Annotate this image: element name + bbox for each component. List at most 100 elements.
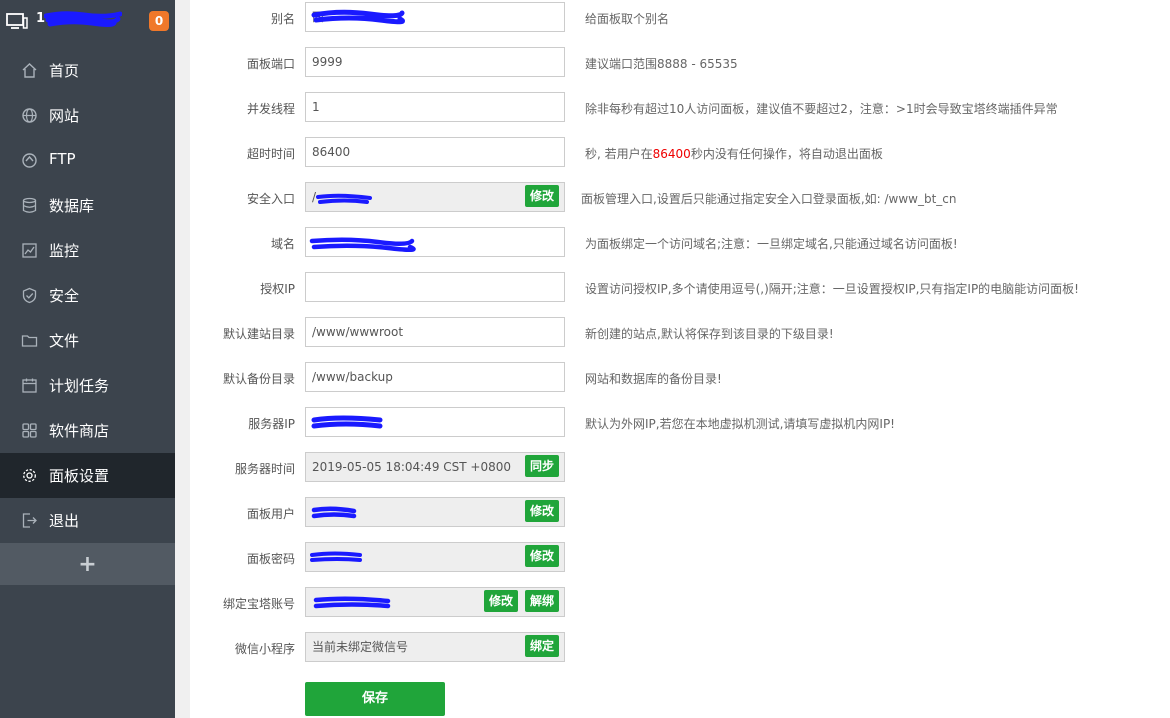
sidebar-item-label: 软件商店 xyxy=(49,422,110,440)
sidebar-menu: 首页 网站 FTP 数据库 监控 安全 文件 计划任务 软件商店 面板设置 退出 xyxy=(0,48,175,543)
row-server-ip: 服务器IP 默认为外网IP,若您在本地虚拟机测试,请填写虚拟机内网IP! xyxy=(190,405,1170,450)
logout-icon xyxy=(22,513,37,528)
backup-dir-input[interactable]: /www/backup xyxy=(305,362,565,392)
sidebar-item-home[interactable]: 首页 xyxy=(0,48,175,93)
sidebar-item-label: 计划任务 xyxy=(49,377,110,395)
port-hint: 建议端口范围8888 - 65535 xyxy=(585,57,738,71)
row-security-entry: 安全入口 / 修改 面板管理入口,设置后只能通过指定安全入口登录面板,如: /w… xyxy=(190,180,1170,225)
sidebar-item-database[interactable]: 数据库 xyxy=(0,183,175,228)
redaction-mark xyxy=(311,415,383,429)
modify-password-button[interactable]: 修改 xyxy=(525,545,560,567)
gear-icon xyxy=(23,469,36,482)
redaction-mark xyxy=(311,506,357,519)
sidebar-item-files[interactable]: 文件 xyxy=(0,318,175,363)
row-panel-user: 面板用户 修改 xyxy=(190,495,1170,540)
ftp-icon xyxy=(22,153,37,168)
server-ip-hint: 默认为外网IP,若您在本地虚拟机测试,请填写虚拟机内网IP! xyxy=(585,417,895,431)
sidebar-item-label: 文件 xyxy=(49,332,80,350)
sidebar-item-store[interactable]: 软件商店 xyxy=(0,408,175,453)
redaction-mark xyxy=(313,596,391,609)
save-button[interactable]: 保存 xyxy=(305,682,445,716)
sidebar-item-cron[interactable]: 计划任务 xyxy=(0,363,175,408)
entry-hint: 面板管理入口,设置后只能通过指定安全入口登录面板,如: /www_bt_cn xyxy=(581,192,957,206)
sidebar-item-label: 网站 xyxy=(49,107,80,125)
timeout-hint: 秒, 若用户在86400秒内没有任何操作，将自动退出面板 xyxy=(585,147,883,161)
row-server-time: 服务器时间 2019-05-05 18:04:49 CST +0800 同步 xyxy=(190,450,1170,495)
alias-hint: 给面板取个别名 xyxy=(585,12,670,26)
port-input[interactable]: 9999 xyxy=(305,47,565,77)
notification-badge[interactable]: 0 xyxy=(149,11,169,31)
timeout-label: 超时时间 xyxy=(246,147,295,161)
sidebar-item-ftp[interactable]: FTP xyxy=(0,138,175,183)
redaction-mark xyxy=(311,9,405,25)
threads-hint: 除非每秒有超过10人访问面板，建议值不要超过2，注意：>1时会导致宝塔终端插件异… xyxy=(585,102,1058,116)
shield-icon xyxy=(22,287,37,304)
database-icon xyxy=(22,197,37,213)
row-bt-account: 绑定宝塔账号 修改 解绑 xyxy=(190,585,1170,630)
auth-ip-input[interactable] xyxy=(305,272,565,302)
sidebar: 1 0 首页 网站 FTP 数据库 监控 安全 文件 计划任务 软件商店 面板设… xyxy=(0,0,175,718)
redaction-mark xyxy=(309,237,416,252)
sidebar-item-label: 面板设置 xyxy=(49,467,110,485)
domain-label: 域名 xyxy=(270,237,295,251)
port-label: 面板端口 xyxy=(246,57,295,71)
site-dir-input[interactable]: /www/wwwroot xyxy=(305,317,565,347)
redaction-mark xyxy=(310,551,362,562)
server-time-label: 服务器时间 xyxy=(234,462,295,476)
threads-label: 并发线程 xyxy=(246,102,295,116)
globe-icon xyxy=(22,108,37,123)
sidebar-item-label: 退出 xyxy=(49,512,80,530)
threads-input[interactable]: 1 xyxy=(305,92,565,122)
home-icon xyxy=(22,63,37,78)
calendar-icon xyxy=(22,378,37,393)
backup-dir-label: 默认备份目录 xyxy=(222,372,295,386)
row-timeout: 超时时间 86400 秒, 若用户在86400秒内没有任何操作，将自动退出面板 xyxy=(190,135,1170,180)
alias-label: 别名 xyxy=(270,12,295,26)
redaction-mark xyxy=(44,11,122,27)
bind-wechat-button[interactable]: 绑定 xyxy=(525,635,560,657)
sidebar-item-label: 数据库 xyxy=(49,197,95,215)
domain-hint: 为面板绑定一个访问域名;注意：一旦绑定域名,只能通过域名访问面板! xyxy=(585,237,958,251)
bt-account-label: 绑定宝塔账号 xyxy=(222,597,295,611)
auth-ip-hint: 设置访问授权IP,多个请使用逗号(,)隔开;注意：一旦设置授权IP,只有指定IP… xyxy=(585,282,1079,296)
site-dir-hint: 新创建的站点,默认将保存到该目录的下级目录! xyxy=(585,327,834,341)
sidebar-item-website[interactable]: 网站 xyxy=(0,93,175,138)
monitor-chart-icon xyxy=(22,243,37,258)
row-port: 面板端口 9999 建议端口范围8888 - 65535 xyxy=(190,45,1170,90)
sidebar-item-label: 安全 xyxy=(49,287,80,305)
auth-ip-label: 授权IP xyxy=(260,282,295,296)
sync-time-button[interactable]: 同步 xyxy=(525,455,560,477)
row-site-dir: 默认建站目录 /www/wwwroot 新创建的站点,默认将保存到该目录的下级目… xyxy=(190,315,1170,360)
panel-pass-label: 面板密码 xyxy=(246,552,295,566)
row-domain: 域名 为面板绑定一个访问域名;注意：一旦绑定域名,只能通过域名访问面板! xyxy=(190,225,1170,270)
sidebar-item-monitor[interactable]: 监控 xyxy=(0,228,175,273)
sidebar-item-logout[interactable]: 退出 xyxy=(0,498,175,543)
content-gutter xyxy=(175,0,190,718)
row-backup-dir: 默认备份目录 /www/backup 网站和数据库的备份目录! xyxy=(190,360,1170,405)
modify-account-button[interactable]: 修改 xyxy=(484,590,519,612)
row-panel-password: 面板密码 修改 xyxy=(190,540,1170,585)
sidebar-item-security[interactable]: 安全 xyxy=(0,273,175,318)
panel-settings-form: 别名 面 给面板取个别名 面板端口 9999 建议端口范围8888 - 6553… xyxy=(190,0,1170,718)
wechat-label: 微信小程序 xyxy=(234,642,295,656)
sidebar-item-label: 监控 xyxy=(49,242,80,260)
panel-user-label: 面板用户 xyxy=(246,507,295,521)
unbind-account-button[interactable]: 解绑 xyxy=(525,590,560,612)
sidebar-item-label: FTP xyxy=(49,150,76,168)
modify-entry-button[interactable]: 修改 xyxy=(525,185,560,207)
redaction-mark xyxy=(316,193,372,204)
sidebar-footer xyxy=(0,585,175,718)
timeout-input[interactable]: 86400 xyxy=(305,137,565,167)
apps-grid-icon xyxy=(22,423,37,438)
row-wechat: 微信小程序 当前未绑定微信号 绑定 xyxy=(190,630,1170,675)
row-auth-ip: 授权IP 设置访问授权IP,多个请使用逗号(,)隔开;注意：一旦设置授权IP,只… xyxy=(190,270,1170,315)
monitor-icon xyxy=(6,13,28,29)
sidebar-item-label: 首页 xyxy=(49,62,80,80)
modify-user-button[interactable]: 修改 xyxy=(525,500,560,522)
backup-dir-hint: 网站和数据库的备份目录! xyxy=(585,372,722,386)
site-dir-label: 默认建站目录 xyxy=(222,327,295,341)
entry-label: 安全入口 xyxy=(246,192,295,206)
sidebar-item-settings[interactable]: 面板设置 xyxy=(0,453,175,498)
add-menu-button[interactable]: + xyxy=(0,543,175,585)
server-ip-label: 服务器IP xyxy=(248,417,295,431)
